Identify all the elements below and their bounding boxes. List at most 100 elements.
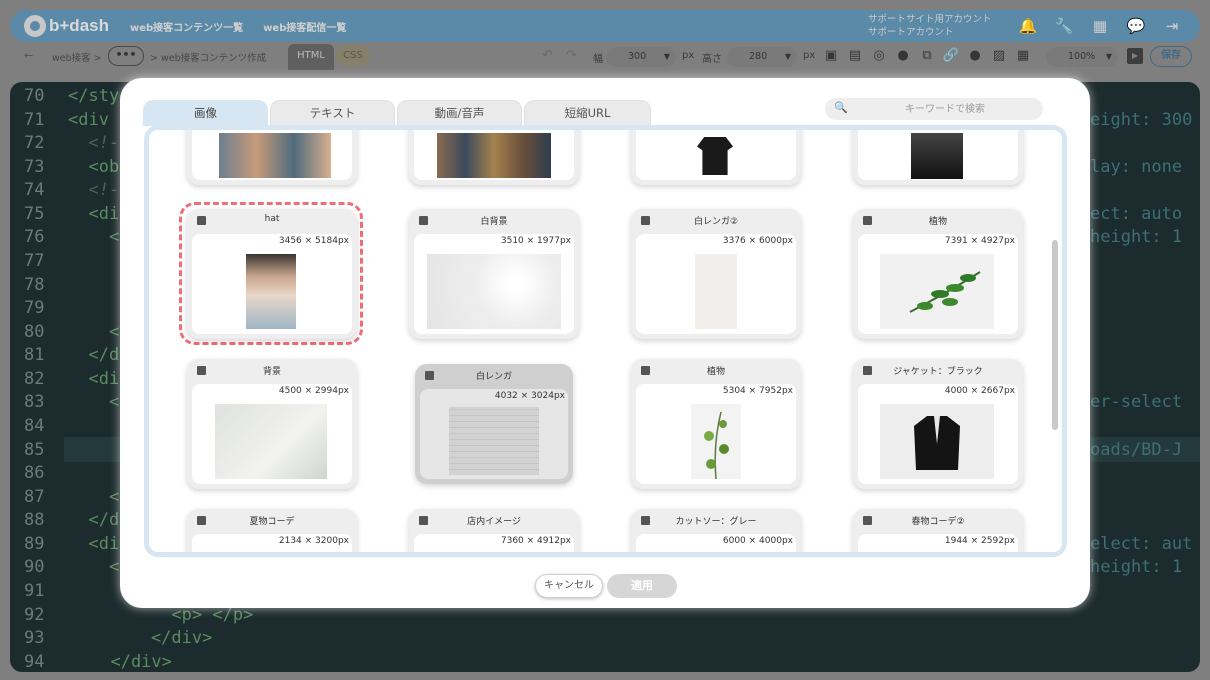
image-card[interactable] bbox=[187, 130, 357, 185]
image-card[interactable]: 夏物コーデ 2134 × 3200px bbox=[187, 509, 357, 552]
line-number: 77 bbox=[24, 251, 45, 271]
thumbnail-image bbox=[437, 133, 551, 178]
wrench-icon[interactable]: 🔧 bbox=[1054, 16, 1074, 36]
chat-icon[interactable]: 💬 bbox=[1126, 16, 1146, 36]
breadcrumb-web[interactable]: web接客 > bbox=[52, 50, 102, 64]
card-dimensions: 5304 × 7952px bbox=[722, 386, 793, 396]
cancel-button[interactable]: キャンセル bbox=[535, 574, 603, 598]
width-select[interactable]: 300 ▼ bbox=[606, 47, 676, 67]
image-icon[interactable]: ▨ bbox=[990, 47, 1008, 65]
logout-icon[interactable]: ⇥ bbox=[1162, 16, 1182, 36]
card-dimensions: 7391 × 4927px bbox=[944, 236, 1015, 246]
tab-html[interactable]: HTML bbox=[288, 44, 334, 70]
search-input[interactable] bbox=[855, 98, 1035, 120]
thumbnail-image bbox=[427, 254, 561, 329]
code-line: <ob bbox=[68, 157, 120, 177]
tab-image[interactable]: 画像 bbox=[143, 100, 268, 126]
width-value: 300 bbox=[628, 51, 647, 62]
table-icon[interactable]: ▤ bbox=[846, 47, 864, 65]
nav-content-list[interactable]: web接客コンテンツ一覧 bbox=[130, 19, 243, 34]
line-number: 73 bbox=[24, 157, 45, 177]
account-info[interactable]: サポートサイト用アカウント サポートアカウント bbox=[868, 13, 1008, 39]
image-card[interactable]: 植物 5304 × 7952px bbox=[631, 359, 801, 489]
tab-css[interactable]: CSS bbox=[336, 46, 370, 66]
copy-icon[interactable]: ⧉ bbox=[918, 47, 936, 65]
image-grid-panel[interactable]: hat 3456 × 5184px 白背景 3510 × 1977px 白レンガ… bbox=[144, 125, 1067, 557]
image-card[interactable]: 植物 7391 × 4927px bbox=[853, 209, 1023, 339]
bell-icon[interactable]: 🔔 bbox=[1018, 16, 1038, 36]
users-icon[interactable]: ● bbox=[894, 47, 912, 65]
card-title: 夏物コーデ bbox=[249, 517, 295, 527]
code-line: ect: auto bbox=[1090, 204, 1183, 224]
thumbnail-image bbox=[695, 254, 737, 329]
line-number: 81 bbox=[24, 345, 45, 365]
thumbnail-image bbox=[911, 555, 967, 557]
link-icon[interactable]: 🔗 bbox=[942, 47, 960, 65]
line-number: 84 bbox=[24, 416, 45, 436]
card-dimensions: 2134 × 3200px bbox=[278, 536, 349, 546]
logo[interactable]: b+dash bbox=[24, 15, 109, 37]
card-dimensions: 3510 × 1977px bbox=[500, 236, 571, 246]
height-unit: px bbox=[803, 50, 816, 61]
jacket-graphic bbox=[914, 416, 960, 470]
keyword-search: 🔍 bbox=[825, 98, 1043, 120]
thumbnail-image bbox=[880, 404, 994, 479]
code-line: </d bbox=[68, 345, 120, 365]
height-select[interactable]: 280 ▼ bbox=[727, 47, 797, 67]
code-line: height: 1 bbox=[1090, 557, 1183, 577]
zoom-select[interactable]: 100% ▼ bbox=[1046, 47, 1118, 67]
back-arrow-icon[interactable]: ← bbox=[24, 49, 33, 62]
image-card[interactable] bbox=[631, 130, 801, 185]
thumbnail-image bbox=[449, 407, 539, 475]
line-number: 93 bbox=[24, 628, 45, 648]
breadcrumb-current: > web接客コンテンツ作成 bbox=[150, 53, 267, 64]
line-number: 79 bbox=[24, 298, 45, 318]
nav-delivery-list[interactable]: web接客配信一覧 bbox=[263, 19, 346, 34]
save-button[interactable]: 保存 bbox=[1150, 46, 1192, 67]
tab-short-url[interactable]: 短縮URL bbox=[524, 100, 651, 126]
preview-play-icon[interactable]: ▶ bbox=[1127, 48, 1143, 64]
image-card[interactable]: 白レンガ 4032 × 3024px bbox=[415, 364, 573, 484]
search-icon: 🔍 bbox=[834, 101, 848, 114]
chevron-down-icon: ▼ bbox=[663, 52, 670, 61]
media-picker-modal: 画像 テキスト 動画/音声 短縮URL 🔍 hat 3456 bbox=[120, 78, 1090, 608]
grid-icon[interactable]: ▦ bbox=[1090, 16, 1110, 36]
image-card[interactable]: 店内イメージ 7360 × 4912px bbox=[409, 509, 579, 552]
redo-icon[interactable]: ↷ bbox=[566, 48, 577, 63]
undo-icon[interactable]: ↶ bbox=[542, 48, 553, 63]
image-card[interactable]: ジャケット：ブラック 4000 × 2667px bbox=[853, 359, 1023, 489]
line-number: 71 bbox=[24, 110, 45, 130]
database-icon[interactable]: ◎ bbox=[870, 47, 888, 65]
card-dimensions: 6000 × 4000px bbox=[722, 536, 793, 546]
chevron-down-icon: ▼ bbox=[1105, 52, 1112, 61]
image-card[interactable] bbox=[853, 130, 1023, 185]
tab-video-audio[interactable]: 動画/音声 bbox=[397, 100, 522, 126]
thumbnail-image bbox=[697, 137, 733, 175]
code-line: </div> bbox=[110, 628, 213, 648]
thumbnail-image bbox=[215, 404, 327, 479]
palette-icon[interactable]: ● bbox=[966, 47, 984, 65]
image-card[interactable]: 白背景 3510 × 1977px bbox=[409, 209, 579, 339]
breadcrumb-more-button[interactable]: ••• bbox=[108, 46, 144, 66]
video-icon[interactable]: ▦ bbox=[1014, 47, 1032, 65]
image-card[interactable]: 背景 4500 × 2994px bbox=[187, 359, 357, 489]
code-line: eight: 300 bbox=[1090, 110, 1193, 130]
card-title: 店内イメージ bbox=[467, 517, 521, 527]
logo-text: b+dash bbox=[49, 16, 109, 35]
card-title: 植物 bbox=[928, 217, 947, 227]
image-card[interactable] bbox=[409, 130, 579, 185]
image-card[interactable]: カットソー：グレー 6000 × 4000px bbox=[631, 509, 801, 552]
line-number: 80 bbox=[24, 322, 45, 342]
code-line: < bbox=[68, 487, 120, 507]
code-line: <div bbox=[68, 110, 109, 130]
thumbnail-image bbox=[691, 404, 741, 480]
code-line: <!- bbox=[68, 133, 120, 153]
grid-scrollbar[interactable] bbox=[1052, 240, 1058, 430]
image-card[interactable]: 春物コーデ② 1944 × 2592px bbox=[853, 509, 1023, 557]
apply-button[interactable]: 適用 bbox=[607, 574, 677, 598]
image-card[interactable]: hat 3456 × 5184px bbox=[187, 209, 357, 339]
image-card[interactable]: 白レンガ② 3376 × 6000px bbox=[631, 209, 801, 339]
tab-text[interactable]: テキスト bbox=[270, 100, 395, 126]
line-number: 74 bbox=[24, 180, 45, 200]
calendar-icon[interactable]: ▣ bbox=[822, 47, 840, 65]
